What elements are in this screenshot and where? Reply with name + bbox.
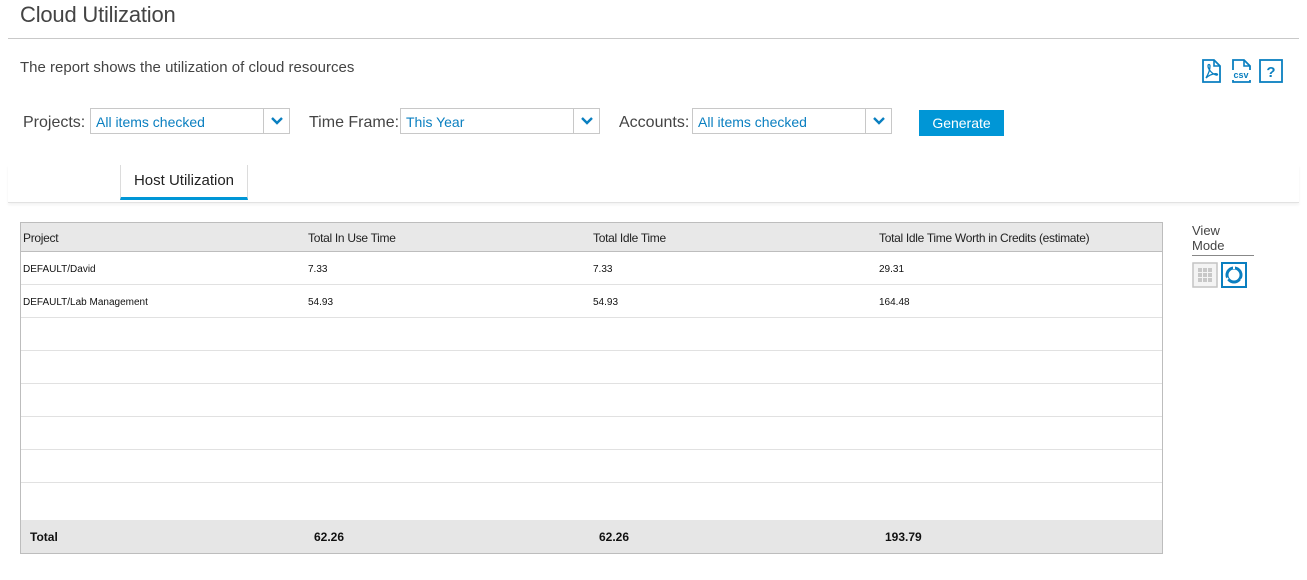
time-frame-label: Time Frame:	[309, 114, 400, 131]
export-toolbar: csv ?	[1199, 59, 1283, 83]
projects-select-value: All items checked	[96, 114, 205, 130]
report-tabs: Host Utilization	[8, 165, 1299, 203]
empty-row	[21, 417, 1162, 450]
tab-host-utilization[interactable]: Host Utilization	[120, 165, 248, 200]
projects-select[interactable]: All items checked	[90, 108, 290, 134]
filter-bar: Projects: All items checked Time Frame: …	[0, 108, 1307, 138]
cell-in-use-time: 54.93	[308, 297, 334, 308]
total-idle-time: 62.26	[599, 530, 630, 544]
accounts-select-value: All items checked	[698, 114, 807, 130]
grid-view-icon[interactable]	[1192, 262, 1218, 288]
table-row[interactable]: DEFAULT/David 7.33 7.33 29.31	[21, 252, 1162, 285]
help-icon[interactable]: ?	[1259, 59, 1283, 83]
time-frame-select[interactable]: This Year	[400, 108, 600, 134]
column-header-idle-credits[interactable]: Total Idle Time Worth in Credits (estima…	[879, 231, 1090, 245]
chevron-down-icon[interactable]	[263, 109, 289, 133]
empty-row	[21, 483, 1162, 516]
view-mode-panel: View Mode	[1192, 223, 1254, 288]
empty-row	[21, 384, 1162, 417]
cell-in-use-time: 7.33	[308, 264, 328, 275]
csv-label: csv	[1233, 70, 1248, 80]
title-divider	[8, 38, 1299, 39]
help-label: ?	[1266, 64, 1275, 81]
cell-idle-credits: 164.48	[879, 297, 910, 308]
cell-idle-time: 7.33	[593, 264, 613, 275]
cell-idle-time: 54.93	[593, 297, 619, 308]
column-header-in-use-time[interactable]: Total In Use Time	[308, 231, 396, 245]
table-header: Project Total In Use Time Total Idle Tim…	[21, 223, 1162, 252]
view-mode-label: View Mode	[1192, 223, 1254, 256]
column-header-idle-time[interactable]: Total Idle Time	[593, 231, 666, 245]
projects-label: Projects:	[23, 114, 86, 131]
accounts-select[interactable]: All items checked	[692, 108, 892, 134]
donut-chart-view-icon[interactable]	[1221, 262, 1247, 288]
total-idle-credits: 193.79	[885, 530, 922, 544]
cell-idle-credits: 29.31	[879, 264, 905, 275]
utilization-table: Project Total In Use Time Total Idle Tim…	[20, 222, 1163, 554]
accounts-label: Accounts:	[619, 114, 690, 131]
pdf-export-icon[interactable]	[1199, 59, 1223, 83]
report-description: The report shows the utilization of clou…	[20, 59, 355, 76]
table-total-row: Total 62.26 62.26 193.79	[21, 520, 1162, 553]
chevron-down-icon[interactable]	[573, 109, 599, 133]
table-row[interactable]: DEFAULT/Lab Management 54.93 54.93 164.4…	[21, 285, 1162, 318]
empty-row	[21, 351, 1162, 384]
page-title: Cloud Utilization	[20, 2, 176, 27]
cell-project: DEFAULT/Lab Management	[23, 297, 148, 308]
column-header-project[interactable]: Project	[23, 231, 59, 245]
total-label: Total	[30, 530, 58, 544]
generate-button[interactable]: Generate	[919, 110, 1004, 136]
empty-row	[21, 450, 1162, 483]
empty-row	[21, 318, 1162, 351]
time-frame-select-value: This Year	[406, 114, 465, 130]
cell-project: DEFAULT/David	[23, 264, 96, 275]
csv-export-icon[interactable]: csv	[1229, 59, 1253, 83]
chevron-down-icon[interactable]	[865, 109, 891, 133]
total-in-use-time: 62.26	[314, 530, 345, 544]
